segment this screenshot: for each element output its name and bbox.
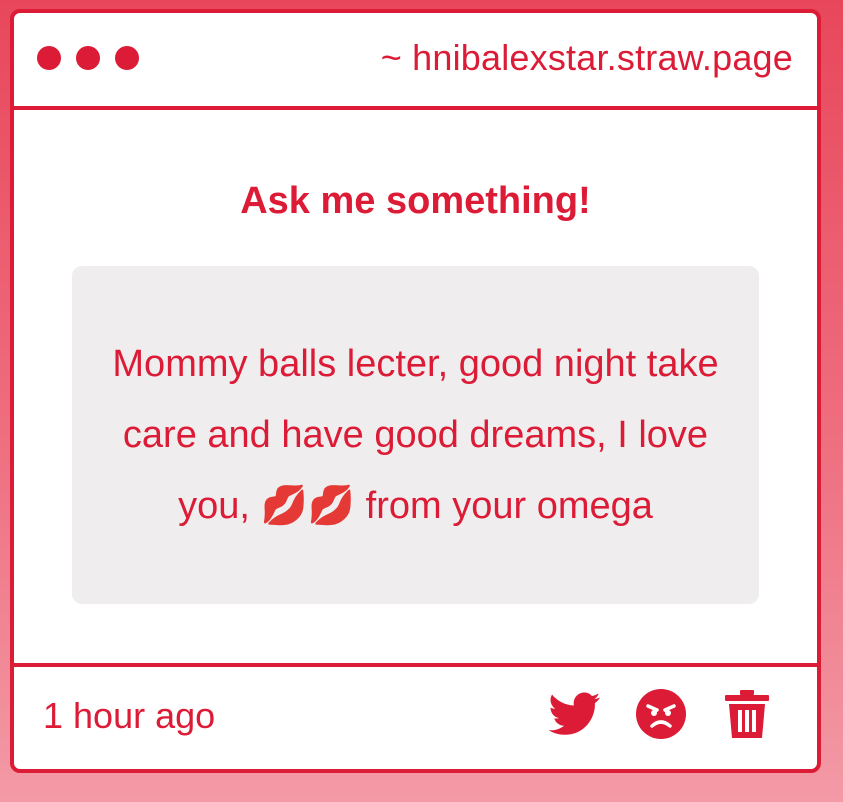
question-text: Mommy balls lecter, good night take care… — [112, 342, 719, 527]
window-dot-2 — [76, 46, 100, 70]
angry-face-icon — [636, 689, 686, 739]
message-bubble: Mommy balls lecter, good night take care… — [72, 266, 759, 604]
action-bar — [549, 688, 773, 740]
delete-button[interactable] — [721, 688, 773, 740]
question-card: ~ hnibalexstar.straw.page Ask me somethi… — [10, 9, 821, 773]
card-footer: 1 hour ago — [14, 663, 817, 769]
page-title: Ask me something! — [240, 180, 591, 222]
timestamp: 1 hour ago — [43, 695, 216, 736]
trash-icon — [725, 690, 769, 738]
window-titlebar: ~ hnibalexstar.straw.page — [14, 13, 817, 110]
twitter-icon — [549, 692, 601, 735]
window-dot-3 — [115, 46, 139, 70]
share-twitter-button[interactable] — [549, 688, 601, 740]
window-dot-1 — [37, 46, 61, 70]
window-dots — [37, 46, 139, 70]
card-content: Ask me something! Mommy balls lecter, go… — [14, 110, 817, 665]
page-url: ~ hnibalexstar.straw.page — [380, 37, 793, 78]
block-user-button[interactable] — [635, 688, 687, 740]
